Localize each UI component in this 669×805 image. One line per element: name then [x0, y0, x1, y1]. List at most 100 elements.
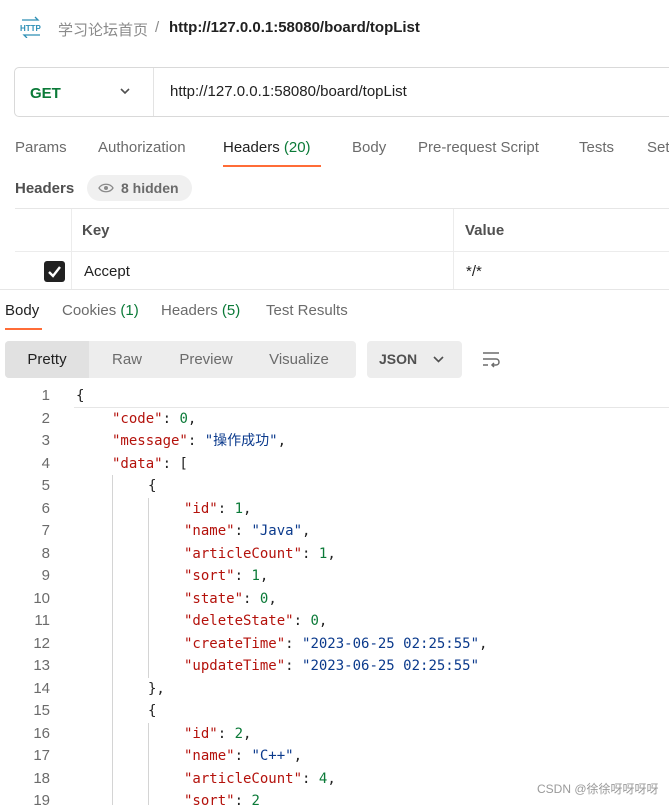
- code-token: :: [235, 793, 252, 805]
- code-token: 1: [251, 568, 259, 584]
- response-panel: Body Cookies (1) Headers (5) Test Result…: [0, 289, 669, 803]
- code-token: :: [302, 771, 319, 787]
- code-text: "data": [: [112, 453, 188, 476]
- code-line: 7"name": "Java",: [0, 520, 669, 543]
- format-label: JSON: [379, 351, 417, 367]
- headers-table-header: [15, 209, 669, 252]
- code-text: "sort": 1,: [184, 565, 268, 588]
- line-number: 9: [0, 565, 50, 588]
- code-token: :: [218, 726, 235, 742]
- tab-tests[interactable]: Tests: [579, 139, 614, 156]
- method-select[interactable]: GET: [15, 68, 154, 116]
- header-enabled-checkbox[interactable]: [44, 261, 65, 282]
- header-key-cell[interactable]: Accept: [84, 263, 130, 280]
- line-number: 10: [0, 588, 50, 611]
- code-text: "articleCount": 1,: [184, 543, 336, 566]
- indent-guide: [148, 723, 149, 805]
- response-tab-test-results[interactable]: Test Results: [266, 302, 348, 319]
- code-token: ,: [243, 501, 251, 517]
- chevron-down-icon: [118, 84, 132, 98]
- tab-headers[interactable]: Headers (20): [223, 139, 311, 156]
- active-response-tab-indicator: [5, 328, 42, 330]
- line-number: 18: [0, 768, 50, 791]
- code-token: :: [285, 636, 302, 652]
- code-token: "articleCount": [184, 546, 302, 562]
- response-tab-cookies[interactable]: Cookies (1): [62, 302, 139, 319]
- code-text: "id": 2,: [184, 723, 251, 746]
- code-token: :: [218, 501, 235, 517]
- hidden-headers-toggle[interactable]: 8 hidden: [87, 175, 192, 201]
- code-token: "操作成功": [205, 433, 278, 449]
- code-token: 0: [310, 613, 318, 629]
- tab-body[interactable]: Body: [352, 139, 386, 156]
- code-token: "message": [112, 433, 188, 449]
- line-number: 16: [0, 723, 50, 746]
- wrap-lines-icon[interactable]: [481, 350, 501, 368]
- headers-section-title: Headers: [15, 180, 74, 197]
- code-token: "2023-06-25 02:25:55": [302, 658, 479, 674]
- code-token: ,: [243, 726, 251, 742]
- svg-text:HTTP: HTTP: [20, 24, 42, 33]
- code-line: 9 "sort": 1,: [0, 565, 669, 588]
- code-token: "code": [112, 411, 163, 427]
- line-number: 4: [0, 453, 50, 476]
- code-token: : [: [163, 456, 188, 472]
- code-token: {: [148, 703, 156, 719]
- tab-authorization[interactable]: Authorization: [98, 139, 186, 156]
- line-number: 1: [0, 385, 50, 408]
- response-tab-headers[interactable]: Headers (5): [161, 302, 240, 319]
- code-line: 8"articleCount": 1,: [0, 543, 669, 566]
- code-token: "id": [184, 501, 218, 517]
- code-text: "message": "操作成功",: [112, 430, 286, 453]
- code-line: 16 "id": 2,: [0, 723, 669, 746]
- view-mode-visualize[interactable]: Visualize: [247, 341, 351, 378]
- code-token: "sort": [184, 793, 235, 805]
- code-line: 12"createTime": "2023-06-25 02:25:55",: [0, 633, 669, 656]
- tab-params[interactable]: Params: [15, 139, 67, 156]
- code-token: ,: [302, 523, 310, 539]
- code-token: "deleteState": [184, 613, 294, 629]
- request-name[interactable]: http://127.0.0.1:58080/board/topList: [169, 19, 420, 36]
- code-line: 4 "data": [: [0, 453, 669, 476]
- line-number: 19: [0, 790, 50, 805]
- view-mode-raw[interactable]: Raw: [89, 341, 165, 378]
- code-text: "code": 0,: [112, 408, 196, 431]
- view-mode-preview[interactable]: Preview: [165, 341, 247, 378]
- code-line: 3 "message": "操作成功",: [0, 430, 669, 453]
- response-body-editor[interactable]: 1{2"code": 0,3"message": "操作成功",4"data":…: [0, 385, 669, 805]
- tab-settings[interactable]: Set: [647, 139, 669, 156]
- response-tab-body[interactable]: Body: [5, 302, 39, 319]
- http-icon: HTTP: [19, 16, 43, 38]
- url-input[interactable]: http://127.0.0.1:58080/board/topList: [170, 83, 407, 100]
- code-line: 6 "id": 1,: [0, 498, 669, 521]
- breadcrumb-parent-link[interactable]: 学习论坛首页: [58, 19, 148, 40]
- line-number: 3: [0, 430, 50, 453]
- line-number: 6: [0, 498, 50, 521]
- column-divider: [453, 209, 454, 291]
- header-value-cell[interactable]: */*: [466, 263, 482, 280]
- line-number: 11: [0, 610, 50, 633]
- watermark: CSDN @徐徐呀呀呀呀: [537, 780, 659, 797]
- view-mode-pretty[interactable]: Pretty: [5, 341, 89, 378]
- code-text: "name": "C++",: [184, 745, 302, 768]
- code-token: 1: [235, 501, 243, 517]
- code-text: {: [76, 385, 84, 408]
- tab-pre-request-script[interactable]: Pre-request Script: [418, 139, 539, 156]
- code-text: "articleCount": 4,: [184, 768, 336, 791]
- code-text: {: [148, 700, 156, 723]
- format-select[interactable]: JSON: [367, 341, 462, 378]
- code-line: 10 "state": 0,: [0, 588, 669, 611]
- line-number: 12: [0, 633, 50, 656]
- code-token: :: [188, 433, 205, 449]
- breadcrumb: HTTP 学习论坛首页 / http://127.0.0.1:58080/boa…: [0, 0, 669, 58]
- code-token: "articleCount": [184, 771, 302, 787]
- code-line: 5{: [0, 475, 669, 498]
- code-token: "state": [184, 591, 243, 607]
- code-token: },: [148, 681, 165, 697]
- response-tab-cookies-count: (1): [120, 302, 138, 319]
- code-token: {: [148, 478, 156, 494]
- code-text: "sort": 2: [184, 790, 260, 805]
- code-text: "state": 0,: [184, 588, 277, 611]
- code-line: 15{: [0, 700, 669, 723]
- code-text: },: [148, 678, 165, 701]
